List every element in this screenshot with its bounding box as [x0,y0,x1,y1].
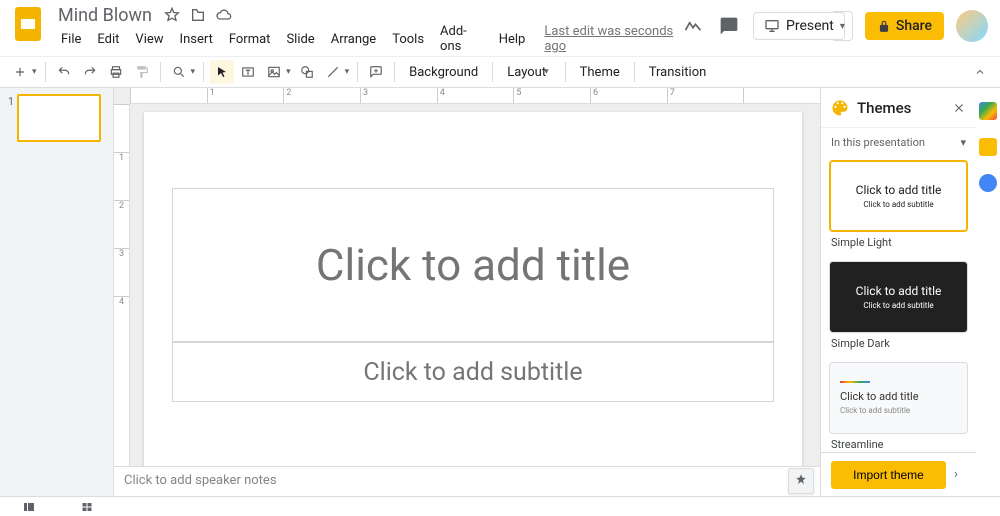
theme-preview-streamline[interactable]: Click to add title Click to add subtitle [829,362,968,434]
close-icon[interactable] [952,101,966,115]
cloud-status-icon[interactable] [216,7,232,23]
theme-name: Streamline [829,434,968,452]
calendar-addon-icon[interactable] [979,102,997,120]
share-label: Share [896,18,932,34]
move-icon[interactable] [190,7,206,23]
subtitle-textbox[interactable]: Click to add subtitle [172,342,774,402]
line-tool[interactable] [321,60,345,84]
themes-list[interactable]: Click to add title Click to add subtitle… [821,156,976,452]
theme-name: Simple Light [829,232,968,257]
present-label: Present [786,18,834,34]
title-textbox[interactable]: Click to add title [172,188,774,342]
menu-arrange[interactable]: Arrange [324,30,383,49]
collapse-toolbar-button[interactable] [968,60,992,84]
menu-help[interactable]: Help [492,30,533,49]
account-avatar[interactable] [956,10,988,42]
last-edit-link[interactable]: Last edit was seconds ago [544,24,681,54]
footer-bar [0,496,1000,516]
new-slide-dropdown[interactable]: ▾ [32,67,39,77]
line-dropdown[interactable]: ▾ [345,67,352,77]
vertical-ruler: 1234 [114,104,130,496]
zoom-dropdown[interactable]: ▾ [191,67,198,77]
document-title[interactable]: Mind Blown [54,4,156,27]
tasks-addon-icon[interactable] [979,174,997,192]
star-icon[interactable] [164,7,180,23]
menu-view[interactable]: View [128,30,170,49]
keep-addon-icon[interactable] [979,138,997,156]
chevron-down-icon: ▾ [960,136,966,149]
share-button[interactable]: Share [865,12,944,40]
menu-format[interactable]: Format [222,30,278,49]
theme-name: Simple Dark [829,333,968,358]
filmstrip[interactable]: 1 [0,88,114,496]
menu-tools[interactable]: Tools [385,30,431,49]
canvas-area[interactable]: 1234567 1234 Click to add title Click to… [114,88,820,496]
menu-insert[interactable]: Insert [173,30,220,49]
import-theme-next[interactable]: › [946,467,966,482]
slides-logo[interactable] [8,4,48,44]
shape-tool[interactable] [295,60,319,84]
zoom-button[interactable] [167,60,191,84]
redo-button[interactable] [78,60,102,84]
background-button[interactable]: Background [401,60,486,84]
themes-panel: Themes In this presentation ▾ Click to a… [820,88,976,496]
toolbar: ▾ ▾ ▾ ▾ Background Layout▾ Theme Transit… [0,56,1000,88]
print-button[interactable] [104,60,128,84]
present-icon [764,18,780,34]
explore-button[interactable] [788,468,814,494]
transition-button[interactable]: Transition [641,60,715,84]
textbox-tool[interactable] [236,60,260,84]
layout-button[interactable]: Layout▾ [499,60,558,84]
activity-icon[interactable] [681,14,705,38]
present-dropdown[interactable]: ▾ [833,11,853,41]
speaker-notes-placeholder: Click to add speaker notes [124,473,277,488]
present-button[interactable]: Present [753,12,845,40]
menu-addons[interactable]: Add-ons [433,22,490,56]
theme-preview-simple-dark[interactable]: Click to add title Click to add subtitle [829,261,968,333]
paint-format-button[interactable] [130,60,154,84]
menu-slide[interactable]: Slide [279,30,321,49]
menu-file[interactable]: File [54,30,88,49]
slide-number: 1 [4,94,14,142]
subtitle-placeholder: Click to add subtitle [363,358,582,387]
image-tool[interactable] [262,60,286,84]
themes-subheader[interactable]: In this presentation ▾ [821,128,976,156]
filmstrip-view-icon[interactable] [20,500,38,514]
themes-icon [831,99,849,117]
menu-edit[interactable]: Edit [90,30,126,49]
horizontal-ruler: 1234567 [130,88,820,104]
lock-icon [877,19,891,33]
select-tool[interactable] [210,60,234,84]
side-panel-rail [976,88,1000,496]
comment-tool[interactable] [364,60,388,84]
theme-preview-simple-light[interactable]: Click to add title Click to add subtitle [829,160,968,232]
slide-thumbnail[interactable] [17,94,101,142]
theme-button[interactable]: Theme [572,60,628,84]
image-dropdown[interactable]: ▾ [286,67,293,77]
speaker-notes[interactable]: Click to add speaker notes [114,466,820,496]
themes-title: Themes [857,99,944,117]
comments-icon[interactable] [717,14,741,38]
import-theme-button[interactable]: Import theme [831,461,946,489]
new-slide-button[interactable] [8,60,32,84]
undo-button[interactable] [52,60,76,84]
grid-view-icon[interactable] [78,500,96,514]
menu-bar: File Edit View Insert Format Slide Arran… [54,28,681,50]
title-placeholder: Click to add title [316,239,630,291]
slide-canvas[interactable]: Click to add title Click to add subtitle [144,112,802,484]
